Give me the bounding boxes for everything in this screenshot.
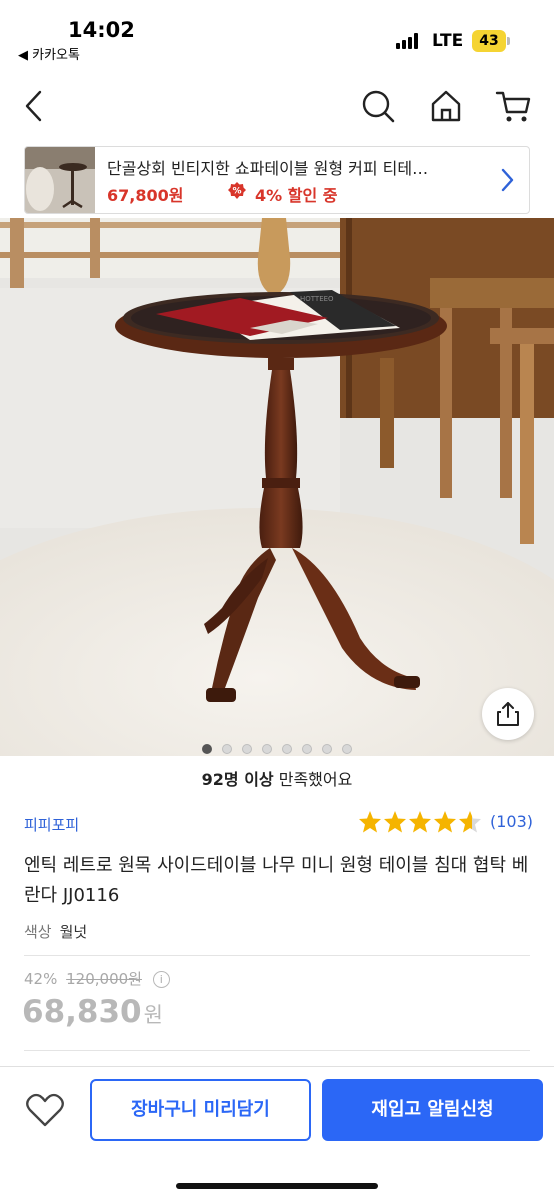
info-icon[interactable]: i — [152, 971, 170, 988]
pagination-dot[interactable] — [302, 743, 312, 754]
cart-icon[interactable] — [494, 86, 534, 126]
share-button[interactable] — [482, 688, 534, 740]
bottom-action-bar: 장바구니 미리담기 재입고 알림신청 — [0, 1066, 554, 1200]
top-nav — [0, 80, 554, 136]
pagination-dot[interactable] — [262, 743, 272, 754]
rating-stars-icon — [359, 811, 481, 833]
status-time: 14:02 — [68, 18, 135, 42]
chevron-left-icon[interactable] — [14, 86, 54, 126]
back-to-app-link[interactable]: ◀ 카카오톡 — [18, 44, 80, 63]
banner-price: 67,800원 — [107, 186, 184, 205]
coupon-icon: % — [227, 181, 247, 201]
add-to-cart-preview-button[interactable]: 장바구니 미리담기 — [90, 1079, 311, 1141]
pagination-dot[interactable] — [242, 743, 252, 754]
product-option: 색상 월넛 — [24, 921, 87, 942]
battery-icon: 43 — [472, 30, 510, 52]
option-value: 월넛 — [59, 923, 88, 941]
satisfaction-summary: 92명 이상 만족했어요 — [0, 766, 554, 790]
banner-title: 단골상회 빈티지한 쇼파테이블 원형 커피 티테… — [107, 159, 429, 178]
original-price: 120,000원 — [66, 970, 142, 988]
chevron-right-icon[interactable] — [497, 165, 517, 195]
pagination-dot[interactable] — [222, 743, 232, 754]
signal-icon — [396, 33, 422, 49]
divider — [24, 1050, 530, 1051]
divider — [24, 955, 530, 956]
final-price-value: 68,830 — [22, 994, 142, 1030]
heart-icon[interactable] — [24, 1091, 66, 1131]
battery-level: 43 — [472, 30, 506, 52]
brand-link[interactable]: 피피포피 — [24, 814, 79, 835]
product-photo: HOTTEEO — [0, 218, 554, 756]
related-product-banner[interactable]: 단골상회 빈티지한 쇼파테이블 원형 커피 티테… 67,800원 % 4% 할… — [24, 146, 530, 214]
pagination-dot[interactable] — [322, 743, 332, 754]
restock-alert-button[interactable]: 재입고 알림신청 — [322, 1079, 543, 1141]
original-price-row: 42% 120,000원 i — [24, 968, 170, 989]
final-price: 68,830원 — [22, 994, 163, 1030]
final-price-currency: 원 — [143, 1003, 163, 1027]
banner-thumbnail — [25, 147, 95, 213]
pagination-dot[interactable] — [202, 743, 212, 754]
review-count: (103) — [490, 812, 534, 831]
option-label: 색상 — [24, 923, 52, 941]
magazine-cover-text: HOTTEEO — [300, 295, 334, 303]
home-indicator — [176, 1183, 378, 1189]
share-icon — [497, 702, 519, 726]
pagination-dot[interactable] — [282, 743, 292, 754]
network-type: LTE — [432, 31, 464, 51]
product-title: 엔틱 레트로 원목 사이드테이블 나무 미니 원형 테이블 침대 협탁 베란다 … — [24, 855, 529, 906]
satisfaction-text: 만족했어요 — [278, 770, 353, 789]
satisfaction-count: 92명 이상 — [201, 770, 274, 789]
search-icon[interactable] — [358, 86, 398, 126]
gallery-pagination[interactable] — [0, 738, 554, 754]
product-image-gallery[interactable]: HOTTEEO — [0, 218, 554, 756]
home-icon[interactable] — [426, 86, 466, 126]
status-bar: 14:02 ◀ 카카오톡 LTE 43 — [0, 0, 554, 68]
banner-discount: 4% 할인 중 — [255, 186, 338, 205]
pagination-dot[interactable] — [342, 743, 352, 754]
svg-text:%: % — [232, 187, 241, 197]
discount-rate: 42% — [24, 970, 58, 988]
